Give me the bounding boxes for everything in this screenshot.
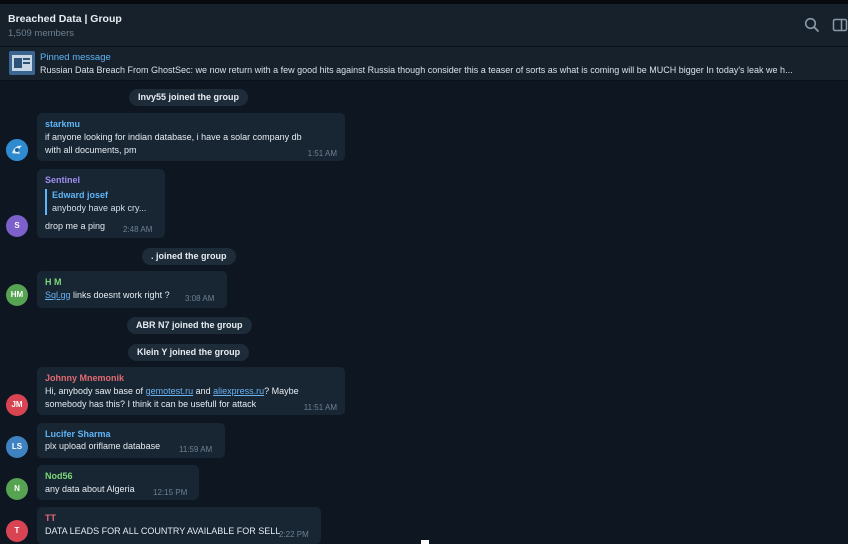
message-text: Sql.gg links doesnt work right ?: [45, 290, 170, 300]
message-text: any data about Algeria: [45, 484, 135, 494]
message-time: 3:08 AM: [185, 294, 215, 303]
avatar[interactable]: HM: [6, 284, 28, 306]
message-bubble[interactable]: Nod56 any data about Algeria 12:15 PM: [37, 465, 199, 500]
service-message: Klein Y joined the group: [128, 344, 250, 361]
sender-name[interactable]: starkmu: [45, 119, 80, 129]
search-icon[interactable]: [803, 16, 821, 34]
message-text: if anyone looking for indian database, i…: [45, 132, 302, 142]
avatar[interactable]: T: [6, 520, 28, 542]
avatar[interactable]: JM: [6, 394, 28, 416]
chat-header[interactable]: Breached Data | Group 1,509 members: [0, 4, 848, 47]
service-message: . joined the group: [142, 248, 236, 265]
sender-name[interactable]: H M: [45, 277, 62, 287]
message-time: 1:51 AM: [307, 149, 337, 158]
message-time: 11:51 AM: [303, 403, 337, 412]
message-bubble[interactable]: Johnny Mnemonik Hi, anybody saw base of …: [37, 367, 345, 415]
sender-name[interactable]: Nod56: [45, 471, 73, 481]
service-message: Invy55 joined the group: [129, 89, 249, 106]
message-time: 11:59 AM: [179, 445, 213, 454]
avatar[interactable]: S: [6, 215, 28, 237]
sidebar-toggle-icon[interactable]: [831, 16, 848, 34]
avatar[interactable]: [6, 139, 28, 161]
pinned-text: Russian Data Breach From GhostSec: we no…: [40, 65, 793, 75]
sender-name[interactable]: Lucifer Sharma: [45, 429, 111, 439]
message-bubble[interactable]: H M Sql.gg links doesnt work right ? 3:0…: [37, 271, 227, 308]
message-bubble[interactable]: starkmu if anyone looking for indian dat…: [37, 113, 345, 161]
mouse-cursor: [421, 540, 429, 544]
pinned-thumbnail: [9, 51, 35, 75]
pinned-message-bar[interactable]: Pinned message Russian Data Breach From …: [0, 47, 848, 81]
chat-title[interactable]: Breached Data | Group: [8, 13, 122, 25]
avatar[interactable]: LS: [6, 436, 28, 458]
reply-sender: Edward josef: [52, 190, 109, 200]
message-text: Hi, anybody saw base of gemotest.ru and …: [45, 386, 299, 396]
message-bubble[interactable]: Sentinel Edward josef anybody have apk c…: [37, 169, 165, 238]
message-time: 2:22 PM: [279, 530, 309, 539]
message-time: 12:15 PM: [153, 488, 188, 497]
reply-text: anybody have apk cry...: [52, 203, 147, 213]
sender-name[interactable]: Johnny Mnemonik: [45, 373, 124, 383]
message-time: 2:48 AM: [123, 225, 153, 234]
member-count: 1,509 members: [8, 28, 75, 39]
message-text: plx upload oriflame database: [45, 441, 161, 451]
message-bubble[interactable]: Lucifer Sharma plx upload oriflame datab…: [37, 423, 225, 458]
message-bubble[interactable]: TT DATA LEADS FOR ALL COUNTRY AVAILABLE …: [37, 507, 321, 544]
sender-name[interactable]: Sentinel: [45, 175, 80, 185]
reply-quote[interactable]: Edward josef anybody have apk cry...: [45, 189, 146, 215]
message-text: somebody has this? I think it can be use…: [45, 399, 257, 409]
message-text: drop me a ping: [45, 221, 106, 231]
pinned-title: Pinned message: [40, 52, 111, 63]
sender-name[interactable]: TT: [45, 513, 56, 523]
service-message: ABR N7 joined the group: [127, 317, 252, 334]
message-text: DATA LEADS FOR ALL COUNTRY AVAILABLE FOR…: [45, 526, 281, 536]
message-text: with all documents, pm: [45, 145, 137, 155]
avatar[interactable]: N: [6, 478, 28, 500]
message-link[interactable]: aliexpress.ru: [213, 386, 264, 396]
message-link[interactable]: Sql.gg: [45, 290, 71, 300]
message-link[interactable]: gemotest.ru: [146, 386, 194, 396]
